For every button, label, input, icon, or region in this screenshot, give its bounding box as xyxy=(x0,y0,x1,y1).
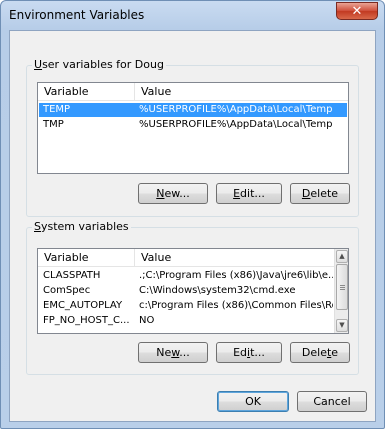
system-var-name: EMC_AUTOPLAY xyxy=(43,300,123,311)
user-var-value: %USERPROFILE%\AppData\Local\Temp xyxy=(139,104,333,115)
system-delete-button[interactable]: Delete xyxy=(290,342,350,363)
user-variables-group: User variables for Doug Variable Value T… xyxy=(26,58,359,217)
dialog-client-area: User variables for Doug Variable Value T… xyxy=(9,30,376,422)
scroll-down-button[interactable]: ▼ xyxy=(336,319,348,332)
system-col-variable[interactable]: Variable xyxy=(44,251,89,264)
user-variables-label: User variables for Doug xyxy=(32,58,166,71)
ok-button[interactable]: OK xyxy=(217,391,289,412)
user-list-header: Variable Value xyxy=(38,83,348,101)
user-new-button[interactable]: New... xyxy=(138,183,208,204)
system-var-value: .;C:\Program Files (x86)\Java\jre6\lib\e… xyxy=(139,270,333,281)
user-var-name: TEMP xyxy=(43,104,71,115)
user-edit-button[interactable]: Edit... xyxy=(216,183,282,204)
user-delete-button[interactable]: Delete xyxy=(290,183,350,204)
environment-variables-window: Environment Variables ✕ User variables f… xyxy=(0,0,385,429)
user-var-name: TMP xyxy=(43,119,64,130)
user-var-value: %USERPROFILE%\AppData\Local\Temp xyxy=(139,119,333,130)
system-var-row[interactable]: EMC_AUTOPLAY c:\Program Files (x86)\Comm… xyxy=(39,299,335,313)
system-var-value: c:\Program Files (x86)\Common Files\Ro..… xyxy=(139,300,333,311)
window-title: Environment Variables xyxy=(9,8,145,22)
user-col-value[interactable]: Value xyxy=(141,85,171,98)
close-button[interactable]: ✕ xyxy=(336,2,378,20)
close-icon: ✕ xyxy=(351,4,363,19)
user-var-row-tmp[interactable]: TMP %USERPROFILE%\AppData\Local\Temp xyxy=(39,118,347,132)
scroll-thumb[interactable] xyxy=(336,264,348,310)
system-var-name: FP_NO_HOST_C... xyxy=(43,315,130,326)
system-var-name: ComSpec xyxy=(43,285,91,296)
system-variables-group: System variables Variable Value CLASSPAT… xyxy=(26,220,359,375)
arrow-down-icon: ▼ xyxy=(339,321,345,329)
arrow-up-icon: ▲ xyxy=(339,252,345,260)
system-var-value: NO xyxy=(139,315,155,326)
system-var-row[interactable]: CLASSPATH .;C:\Program Files (x86)\Java\… xyxy=(39,269,335,283)
scroll-up-button[interactable]: ▲ xyxy=(336,250,348,263)
system-var-name: CLASSPATH xyxy=(43,270,101,281)
system-list-scrollbar[interactable]: ▲ ▼ xyxy=(334,249,348,333)
system-variables-label: System variables xyxy=(32,220,131,233)
user-col-variable[interactable]: Variable xyxy=(44,85,89,98)
system-var-row[interactable]: FP_NO_HOST_C... NO xyxy=(39,314,335,328)
system-var-row[interactable]: ComSpec C:\Windows\system32\cmd.exe xyxy=(39,284,335,298)
user-variables-list[interactable]: Variable Value TEMP %USERPROFILE%\AppDat… xyxy=(37,82,349,174)
system-variables-list[interactable]: Variable Value CLASSPATH .;C:\Program Fi… xyxy=(37,248,349,334)
cancel-button[interactable]: Cancel xyxy=(297,391,367,412)
title-bar[interactable]: Environment Variables ✕ xyxy=(1,1,384,29)
system-col-value[interactable]: Value xyxy=(141,251,171,264)
system-list-header: Variable Value xyxy=(38,249,335,267)
user-var-row-temp[interactable]: TEMP %USERPROFILE%\AppData\Local\Temp xyxy=(39,103,347,117)
system-var-value: C:\Windows\system32\cmd.exe xyxy=(139,285,296,296)
system-edit-button[interactable]: Edit... xyxy=(216,342,282,363)
system-new-button[interactable]: New... xyxy=(138,342,208,363)
